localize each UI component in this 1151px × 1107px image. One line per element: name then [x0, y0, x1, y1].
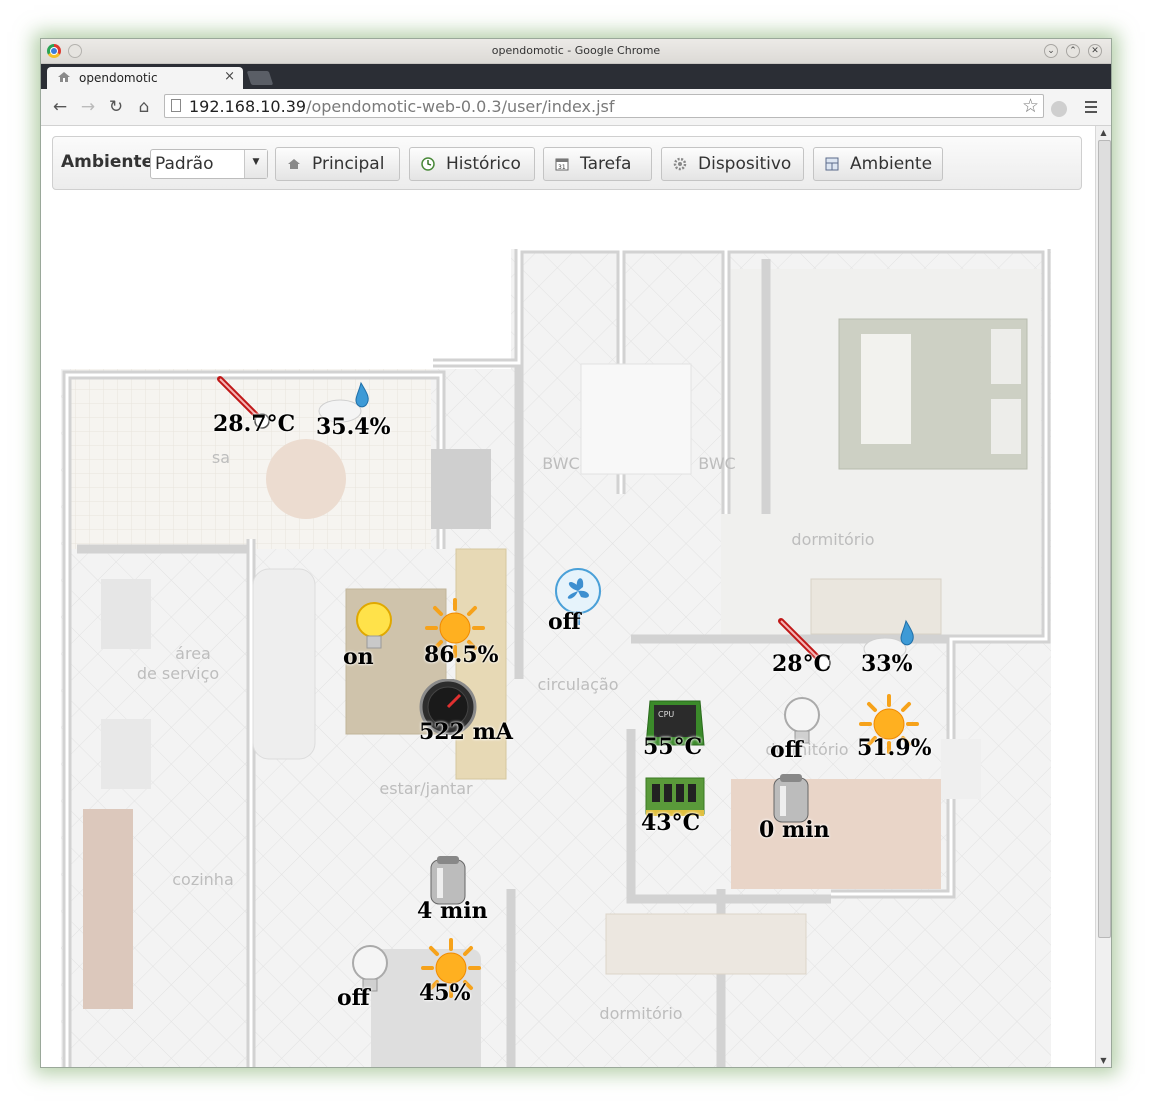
- temperature-value: 28.7°C: [213, 411, 296, 437]
- dispositivo-button[interactable]: Dispositivo: [661, 147, 804, 181]
- ambiente-selected-value: Padrão: [155, 154, 214, 174]
- historico-button[interactable]: Histórico: [409, 147, 535, 181]
- scrollbar-thumb[interactable]: [1098, 140, 1111, 938]
- luminosity-value: 86.5%: [424, 642, 499, 668]
- title-bar: opendomotic - Google Chrome ⌄ ⌃ ✕: [41, 39, 1111, 64]
- room-label-cozinha: cozinha: [172, 870, 234, 889]
- tarefa-button[interactable]: 31 Tarefa: [543, 147, 652, 181]
- scroll-down-icon[interactable]: ▼: [1098, 1055, 1109, 1066]
- principal-button-label: Principal: [312, 154, 385, 174]
- humidity-value: 33%: [861, 651, 913, 677]
- calendar-icon: 31: [555, 158, 569, 171]
- cpu-temperature-value: 55°C: [643, 734, 703, 760]
- address-bar[interactable]: 192.168.10.39/opendomotic-web-0.0.3/user…: [164, 94, 1044, 118]
- svg-text:CPU: CPU: [658, 710, 674, 719]
- room-label-area-servico: área: [175, 644, 211, 663]
- principal-button[interactable]: Principal: [275, 147, 400, 181]
- menu-icon[interactable]: [1085, 101, 1097, 113]
- new-tab-button[interactable]: [246, 71, 274, 85]
- browser-window: opendomotic - Google Chrome ⌄ ⌃ ✕ opendo…: [40, 38, 1112, 1068]
- heater-timer-value: 4 min: [417, 898, 488, 924]
- lamp-status: off: [770, 737, 803, 763]
- tab-strip: opendomotic ×: [41, 64, 1111, 89]
- scroll-up-icon[interactable]: ▲: [1098, 127, 1109, 138]
- house-icon: [288, 159, 300, 169]
- url-path: /opendomotic-web-0.0.3/user/index.jsf: [306, 97, 615, 116]
- svg-text:31: 31: [558, 164, 566, 171]
- heater-timer-value: 0 min: [759, 817, 830, 843]
- room-label-bwc-1: BWC: [542, 454, 579, 473]
- page-viewport: Ambiente Padrão ▼ Principal Histórico 31…: [41, 126, 1095, 1067]
- close-tab-icon[interactable]: ×: [224, 69, 235, 84]
- chevron-down-icon[interactable]: ▼: [244, 150, 267, 178]
- room-label-estar-jantar: estar/jantar: [379, 779, 473, 798]
- window-title: opendomotic - Google Chrome: [491, 44, 661, 57]
- tab-label: opendomotic: [79, 71, 158, 85]
- back-arrow-icon[interactable]: ←: [49, 96, 71, 118]
- tab-opendomotic[interactable]: opendomotic ×: [47, 67, 243, 89]
- room-label-de-servico: de serviço: [137, 664, 219, 683]
- dispositivo-button-label: Dispositivo: [698, 154, 792, 174]
- lamp-status: on: [343, 644, 374, 670]
- historico-button-label: Histórico: [446, 154, 521, 174]
- temperature-value: 28°C: [772, 651, 832, 677]
- room-label-dormitorio-1: dormitório: [791, 530, 874, 549]
- humidity-value: 35.4%: [316, 414, 391, 440]
- url-text: 192.168.10.39/opendomotic-web-0.0.3/user…: [189, 97, 615, 116]
- room-label-circulacao: circulação: [537, 675, 618, 694]
- url-host: 192.168.10.39: [189, 97, 307, 116]
- tarefa-button-label: Tarefa: [580, 154, 632, 174]
- close-window-button[interactable]: ✕: [1088, 44, 1102, 58]
- extension-icon[interactable]: [1051, 101, 1067, 117]
- room-label-bwc-2: BWC: [698, 454, 735, 473]
- lamp-status: off: [337, 985, 370, 1011]
- fan-status: off: [548, 609, 581, 635]
- luminosity-value: 51.9%: [857, 735, 932, 761]
- bookmark-star-icon[interactable]: ☆: [1022, 95, 1039, 117]
- current-value: 522 mA: [419, 719, 513, 745]
- room-label-sacada: sa: [212, 448, 230, 467]
- memory-temperature-value: 43°C: [641, 810, 701, 836]
- home-icon[interactable]: ⌂: [133, 96, 155, 118]
- ambiente-label: Ambiente: [61, 152, 154, 172]
- room-label-dormitorio-3: dormitório: [599, 1004, 682, 1023]
- ambiente-button[interactable]: Ambiente: [813, 147, 943, 181]
- app-menubar: Ambiente Padrão ▼ Principal Histórico 31…: [52, 136, 1082, 190]
- reload-icon[interactable]: ↻: [105, 96, 127, 118]
- ambiente-button-label: Ambiente: [850, 154, 933, 174]
- page-icon: [171, 99, 181, 112]
- browser-toolbar: ← → ↻ ⌂ 192.168.10.39/opendomotic-web-0.…: [41, 89, 1111, 126]
- history-icon: [421, 157, 435, 171]
- gear-icon: [673, 157, 687, 171]
- vertical-scrollbar[interactable]: ▲ ▼: [1095, 126, 1111, 1067]
- luminosity-value: 45%: [419, 980, 471, 1006]
- ambiente-select[interactable]: Padrão ▼: [150, 149, 268, 179]
- minimize-button[interactable]: ⌄: [1044, 44, 1058, 58]
- house-icon: [58, 72, 70, 82]
- maximize-button[interactable]: ⌃: [1066, 44, 1080, 58]
- room-icon: [825, 157, 839, 171]
- forward-arrow-icon[interactable]: →: [77, 96, 99, 118]
